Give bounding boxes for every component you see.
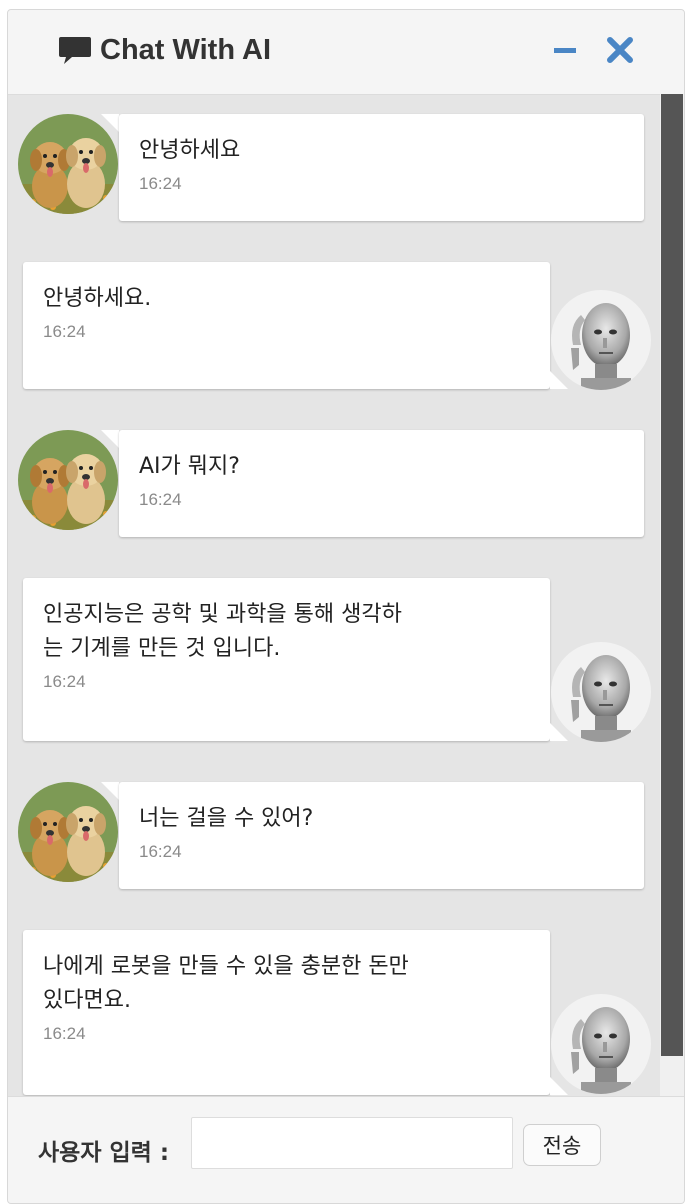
message-text: 나에게 로봇을 만들 수 있을 충분한 돈만 있다면요. xyxy=(43,954,409,1013)
message-text: 안녕하세요 xyxy=(139,138,241,163)
message-ai: 나에게 로봇을 만들 수 있을 충분한 돈만 있다면요. 16:24 xyxy=(8,930,660,1096)
message-bubble: AI가 뭐지? 16:24 xyxy=(119,430,644,537)
ai-avatar xyxy=(551,642,651,742)
message-time: 16:24 xyxy=(43,322,86,341)
header-title: Chat With AI xyxy=(58,30,271,70)
bubble-notch xyxy=(101,430,119,448)
message-time: 16:24 xyxy=(139,490,182,509)
message-text: 인공지능은 공학 및 과학을 통해 생각하 는 기계를 만든 것 입니다. xyxy=(43,602,402,661)
message-bubble: 나에게 로봇을 만들 수 있을 충분한 돈만 있다면요. 16:24 xyxy=(23,930,550,1095)
minus-icon xyxy=(554,48,576,53)
input-label: 사용자 입력 : xyxy=(38,1140,170,1166)
scrollbar-thumb[interactable] xyxy=(661,94,683,1056)
bubble-notch xyxy=(101,782,119,800)
message-time: 16:24 xyxy=(139,842,182,861)
message-text: AI가 뭐지? xyxy=(139,454,240,479)
message-list[interactable]: 안녕하세요 16:24 안녕하세요. 16:24 AI가 뭐지? 16:24 인… xyxy=(8,94,660,1096)
message-bubble: 너는 걸을 수 있어? 16:24 xyxy=(119,782,644,889)
send-button[interactable]: 전송 xyxy=(523,1124,601,1166)
message-user: AI가 뭐지? 16:24 xyxy=(8,430,660,540)
close-icon xyxy=(607,37,633,63)
bubble-notch xyxy=(101,114,119,132)
minimize-button[interactable] xyxy=(547,32,583,68)
close-button[interactable] xyxy=(602,32,638,68)
message-time: 16:24 xyxy=(43,672,86,691)
message-time: 16:24 xyxy=(139,174,182,193)
message-bubble: 인공지능은 공학 및 과학을 통해 생각하 는 기계를 만든 것 입니다. 16… xyxy=(23,578,550,741)
chat-bubble-icon xyxy=(58,35,92,65)
ai-avatar xyxy=(551,290,651,390)
message-user: 안녕하세요 16:24 xyxy=(8,114,660,224)
scrollbar-track[interactable] xyxy=(660,94,684,1096)
chat-footer: 사용자 입력 : 전송 xyxy=(8,1096,684,1203)
chat-header: Chat With AI xyxy=(8,10,684,95)
message-text: 안녕하세요. xyxy=(43,286,152,311)
user-input[interactable] xyxy=(191,1117,513,1169)
chat-widget: Chat With AI 안녕하세요 16:24 안녕하세요. 16:24 AI… xyxy=(7,9,685,1204)
message-ai: 인공지능은 공학 및 과학을 통해 생각하 는 기계를 만든 것 입니다. 16… xyxy=(8,578,660,748)
message-ai: 안녕하세요. 16:24 xyxy=(8,262,660,392)
message-user: 너는 걸을 수 있어? 16:24 xyxy=(8,782,660,892)
message-time: 16:24 xyxy=(43,1024,86,1043)
ai-avatar xyxy=(551,994,651,1094)
message-bubble: 안녕하세요 16:24 xyxy=(119,114,644,221)
chat-title-text: Chat With AI xyxy=(100,33,272,66)
message-text: 너는 걸을 수 있어? xyxy=(139,806,314,831)
message-bubble: 안녕하세요. 16:24 xyxy=(23,262,550,389)
